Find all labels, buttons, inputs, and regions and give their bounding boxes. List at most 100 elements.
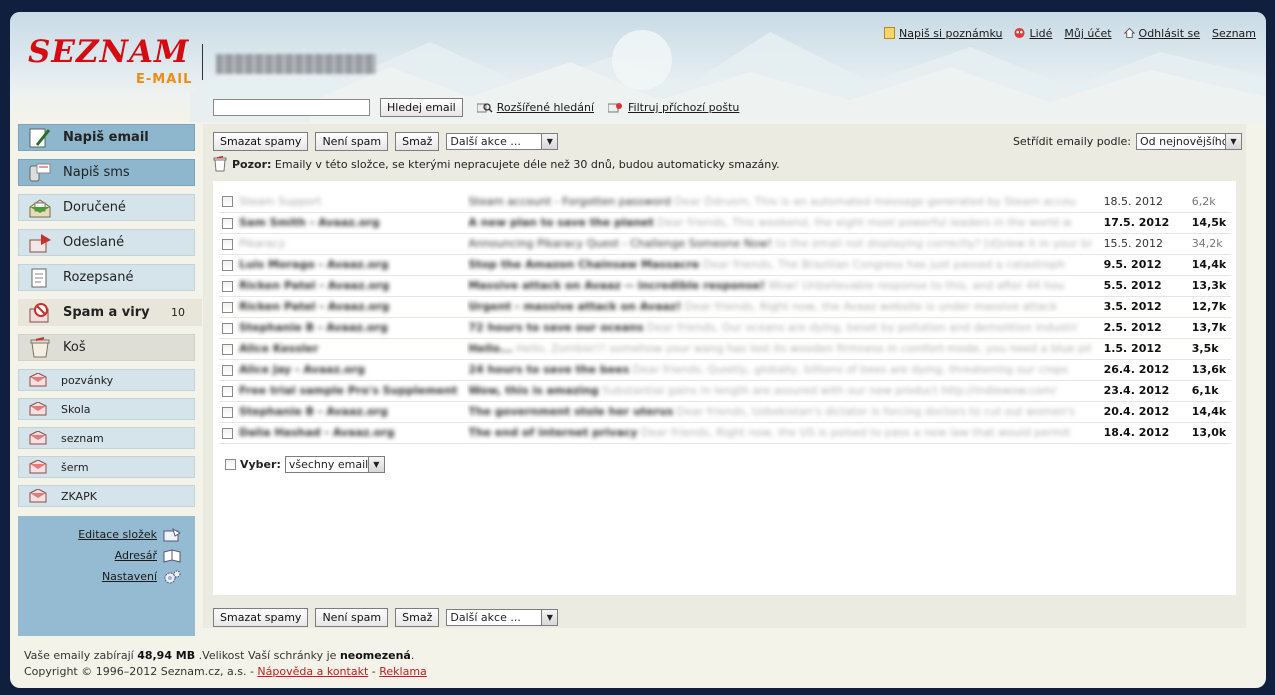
table-row[interactable]: Dalia Hashad - Avaaz.org The end of inter… [219, 422, 1231, 444]
top-link-label[interactable]: Napiš si poznámku [899, 27, 1002, 40]
row-checkbox[interactable] [221, 322, 233, 334]
advanced-search-link[interactable]: Rozšířené hledání [476, 101, 594, 114]
filter-mail-link[interactable]: Filtruj příchozí poštu [608, 101, 739, 114]
subject-cell[interactable]: 24 hours to save the bees Dear friends, … [467, 359, 1094, 381]
sender-cell[interactable]: Ricken Patel - Avaaz.org [235, 296, 468, 318]
sender-cell[interactable]: Pikaracy [235, 233, 468, 255]
subject-cell[interactable]: Massive attack on Avaaz -- incredible re… [467, 275, 1094, 297]
subject-cell[interactable]: Announcing Pikaracy Quest - Challenge So… [467, 233, 1094, 255]
select-filter-select[interactable]: všechny emaily ▼ [284, 456, 385, 473]
gear-icon [164, 570, 181, 583]
top-link-people[interactable]: Lidé [1014, 27, 1052, 40]
table-row[interactable]: Ricken Patel - Avaaz.org Massive attack o… [219, 275, 1231, 297]
table-row[interactable]: Stephanie B - Avaaz.org The government st… [219, 401, 1231, 423]
sender-cell[interactable]: Stephanie B - Avaaz.org [235, 401, 468, 423]
row-checkbox[interactable] [221, 217, 233, 229]
address-book-link[interactable]: Adresář [18, 545, 195, 566]
row-checkbox[interactable] [221, 343, 233, 355]
sender-cell[interactable]: Stephanie B - Avaaz.org [235, 317, 468, 339]
more-actions-select[interactable]: Další akce ... ▼ [446, 133, 559, 150]
settings-label[interactable]: Nastavení [102, 570, 157, 583]
delete-button[interactable]: Smaž [395, 608, 440, 627]
row-checkbox[interactable] [221, 280, 233, 292]
subject-cell[interactable]: 72 hours to save our oceans Dear friends… [467, 317, 1094, 339]
subject-cell[interactable]: Stop the Amazon Chainsaw Massacre Dear f… [467, 254, 1094, 276]
search-button[interactable]: Hledej email [380, 98, 463, 117]
top-link-logout[interactable]: Odhlásit se [1123, 27, 1201, 40]
subject-cell[interactable]: Wow, this is amazing Substantial gains i… [467, 380, 1094, 402]
row-checkbox[interactable] [221, 406, 233, 418]
row-checkbox[interactable] [221, 364, 233, 376]
more-actions-select[interactable]: Další akce ... ▼ [446, 609, 559, 626]
search-input[interactable] [213, 99, 370, 116]
top-link-label[interactable]: Lidé [1029, 27, 1052, 40]
subject-cell[interactable]: The government stole her uterus Dear fri… [467, 401, 1094, 423]
subject-cell[interactable]: Steam account - Forgotten password Dear … [467, 191, 1094, 213]
folder-item[interactable]: pozvánky [18, 369, 195, 391]
not-spam-button[interactable]: Není spam [315, 132, 389, 151]
subject-cell[interactable]: The end of internet privacy Dear friends… [467, 422, 1094, 444]
sidebar-item-compose-email[interactable]: Napiš email [18, 124, 195, 151]
sender-cell[interactable]: Alice Jay - Avaaz.org [235, 359, 468, 381]
folder-item[interactable]: ZKAPK [18, 485, 195, 507]
edit-folders-link[interactable]: Editace složek [18, 524, 195, 545]
table-row[interactable]: Sam Smith - Avaaz.org A new plan to save … [219, 212, 1231, 234]
row-checkbox[interactable] [221, 196, 233, 208]
top-link-label[interactable]: Můj účet [1064, 27, 1111, 40]
settings-link[interactable]: Nastavení [18, 566, 195, 587]
sidebar-item-trash[interactable]: Koš [18, 334, 195, 361]
table-row[interactable]: Alice Kessler Hello... Hello, Zombie!!! s… [219, 338, 1231, 360]
advertising-link[interactable]: Reklama [379, 665, 427, 678]
delete-button[interactable]: Smaž [395, 132, 440, 151]
table-row[interactable]: Pikaracy Announcing Pikaracy Quest - Chal… [219, 233, 1231, 255]
delete-spam-button[interactable]: Smazat spamy [213, 132, 309, 151]
sort-select[interactable]: Od nejnovějšího ▼ [1136, 133, 1242, 150]
top-link-account[interactable]: Můj účet [1064, 27, 1111, 40]
subject-cell[interactable]: A new plan to save the planet Dear frien… [467, 212, 1094, 234]
sidebar-item-spam[interactable]: Spam a viry 10 [18, 299, 202, 326]
table-row[interactable]: Free trial sample Pro's Supplement Wow, t… [219, 380, 1231, 402]
subject-cell[interactable]: Urgent - massive attack on Avaaz! Dear f… [467, 296, 1094, 318]
table-row[interactable]: Ricken Patel - Avaaz.org Urgent - massive… [219, 296, 1231, 318]
row-checkbox-cell [219, 296, 235, 318]
row-checkbox[interactable] [221, 238, 233, 250]
sender-cell[interactable]: Steam Support [235, 191, 468, 213]
not-spam-button[interactable]: Není spam [315, 608, 389, 627]
row-checkbox[interactable] [221, 301, 233, 313]
subject-cell[interactable]: Hello... Hello, Zombie!!! somehow your w… [467, 338, 1094, 360]
sender-cell[interactable]: Free trial sample Pro's Supplement [235, 380, 468, 402]
folder-label: seznam [61, 431, 104, 445]
folder-item[interactable]: seznam [18, 427, 195, 449]
edit-folders-label[interactable]: Editace složek [78, 528, 157, 541]
select-all-checkbox[interactable] [225, 459, 236, 470]
sender-cell[interactable]: Alice Kessler [235, 338, 468, 360]
row-checkbox[interactable] [221, 427, 233, 439]
help-contact-link[interactable]: Nápověda a kontakt [257, 665, 368, 678]
row-checkbox-cell [219, 212, 235, 234]
subject-snippet: Dear friends, Our oceans are dying, bese… [647, 321, 1077, 334]
table-row[interactable]: Luis Morago - Avaaz.org Stop the Amazon C… [219, 254, 1231, 276]
table-row[interactable]: Steam Support Steam account - Forgotten p… [219, 191, 1231, 213]
row-checkbox[interactable] [221, 259, 233, 271]
folder-item[interactable]: Skola [18, 398, 195, 420]
sidebar-item-compose-sms[interactable]: Napiš sms [18, 159, 195, 186]
address-book-label[interactable]: Adresář [115, 549, 157, 562]
sidebar-item-sent[interactable]: Odeslané [18, 229, 195, 256]
seznam-logo[interactable]: SEZNAM E-MAIL [24, 34, 204, 104]
table-row[interactable]: Alice Jay - Avaaz.org 24 hours to save th… [219, 359, 1231, 381]
delete-spam-button[interactable]: Smazat spamy [213, 608, 309, 627]
folder-item[interactable]: šerm [18, 456, 195, 478]
sidebar-item-inbox[interactable]: Doručené [18, 194, 195, 221]
top-link-label[interactable]: Seznam [1212, 27, 1256, 40]
sender-cell[interactable]: Dalia Hashad - Avaaz.org [235, 422, 468, 444]
row-checkbox[interactable] [221, 385, 233, 397]
top-link-seznam[interactable]: Seznam [1212, 27, 1256, 40]
sender-cell[interactable]: Luis Morago - Avaaz.org [235, 254, 468, 276]
sender-cell[interactable]: Ricken Patel - Avaaz.org [235, 275, 468, 297]
table-row[interactable]: Stephanie B - Avaaz.org 72 hours to save … [219, 317, 1231, 339]
sidebar-item-drafts[interactable]: Rozepsané [18, 264, 195, 291]
sender-cell[interactable]: Sam Smith - Avaaz.org [235, 212, 468, 234]
top-link-note[interactable]: Napiš si poznámku [884, 27, 1002, 40]
top-link-label[interactable]: Odhlásit se [1139, 27, 1201, 40]
size-cell: 13,3k [1175, 275, 1231, 297]
